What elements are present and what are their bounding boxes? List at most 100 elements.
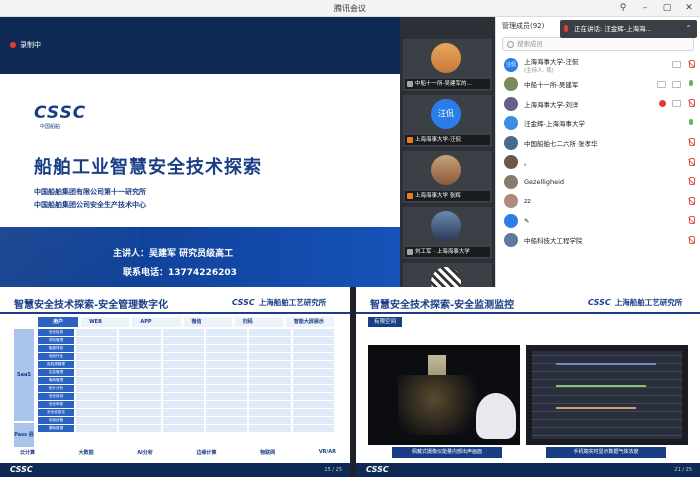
module-cell: [205, 408, 248, 417]
mic-muted-icon[interactable]: [687, 99, 695, 108]
camera-icon[interactable]: [672, 61, 681, 68]
participant-row[interactable]: 中船十一所-吴建军: [496, 75, 700, 95]
mic-muted-icon[interactable]: [687, 157, 695, 167]
avatar: 汪侃: [431, 99, 461, 129]
module-cell: [249, 336, 291, 345]
module-cell: [76, 352, 118, 361]
saas-layer-label: SaaS 层: [14, 329, 34, 470]
collapse-icon[interactable]: ⌃: [685, 20, 692, 38]
video-tile[interactable]: [403, 263, 492, 287]
avatar: [504, 135, 518, 150]
participant-row[interactable]: 汪侃 上海海事大学-汪侃 (主持人, 我): [496, 55, 700, 75]
module-cell: [119, 360, 161, 369]
module-cell: [292, 368, 334, 377]
camera-icon[interactable]: [672, 80, 681, 88]
module-cell: [119, 336, 161, 345]
channel-web: WEB: [81, 317, 130, 327]
page-number: 21 / 25: [674, 467, 692, 473]
module-row-head: 危险源管理: [38, 360, 74, 369]
participant-name: Gezelligheid: [524, 177, 565, 186]
channel-scan: 扫码: [234, 317, 283, 327]
module-cell: [249, 344, 291, 353]
mic-on-icon[interactable]: [687, 118, 695, 128]
avatar: [504, 213, 518, 228]
footer-logo: CSSC: [10, 465, 33, 474]
video-tile[interactable]: 刘工军 · 上海海事大学: [403, 207, 492, 259]
participant-row[interactable]: 中船科技大工程学院: [496, 231, 700, 251]
tech-item: 边缘计算: [196, 450, 217, 456]
mic-muted-icon[interactable]: [687, 235, 695, 245]
module-cell: [76, 368, 118, 377]
maximize-icon[interactable]: ▢: [660, 2, 674, 14]
module-row: 危险作业: [38, 352, 334, 361]
module-row-head: 安全培训: [38, 392, 74, 401]
module-cell: [292, 360, 334, 369]
module-cell: [292, 392, 334, 401]
module-cell: [76, 416, 118, 425]
participant-row[interactable]: ✎: [496, 211, 700, 231]
participant-row[interactable]: 。: [496, 153, 700, 173]
video-tile[interactable]: 上海海事大学 张辉: [403, 151, 492, 203]
participant-row[interactable]: Gezelligheid: [496, 172, 700, 192]
minimize-icon[interactable]: –: [638, 2, 652, 14]
screen-share-icon[interactable]: [657, 80, 666, 88]
module-cell: [249, 392, 291, 401]
pin-icon[interactable]: ⚲: [616, 2, 630, 14]
module-cell: [249, 376, 291, 385]
close-icon[interactable]: ✕: [682, 2, 696, 14]
mic-muted-icon[interactable]: [687, 60, 695, 69]
participant-row[interactable]: 中国船舶七二六所 张孝华: [496, 133, 700, 153]
participant-row[interactable]: zz: [496, 192, 700, 212]
module-row: 应急管理: [38, 368, 334, 377]
module-cell: [119, 416, 161, 425]
module-cell: [162, 352, 204, 361]
member-search-input[interactable]: 搜索成员: [502, 37, 694, 51]
module-cell: [249, 424, 291, 433]
mic-on-icon[interactable]: [687, 79, 695, 89]
module-row: 安全审核: [38, 400, 334, 409]
participant-row[interactable]: 上海海事大学-刘洋: [496, 94, 700, 114]
speaking-banner: 正在讲话: 汪金辉-上海海... ⌃: [560, 20, 697, 38]
module-cell: [205, 416, 248, 425]
camera-icon[interactable]: [672, 100, 681, 107]
module-row-head: 安全检查: [38, 329, 74, 337]
module-cell: [205, 344, 248, 353]
module-row: 基础数据: [38, 424, 334, 433]
participant-name: 。: [524, 159, 531, 168]
participant-panel: 管理成员(92) 搜索成员 汪侃 上海海事大学-汪侃 (主持人, 我) 中船十一所…: [495, 17, 700, 287]
title-bar: 腾讯会议 ⚲ – ▢ ✕: [0, 0, 700, 17]
mic-muted-icon[interactable]: [687, 196, 695, 206]
avatar: 汪侃: [504, 57, 518, 72]
record-icon: [659, 100, 666, 107]
module-row-head: 隐患排查: [38, 344, 74, 353]
participant-row[interactable]: 汪金辉-上海海事大学: [496, 114, 700, 134]
video-tile[interactable]: 汪侃 上海海事大学-汪侃: [403, 95, 492, 147]
module-cell: [119, 384, 161, 393]
module-cell: [119, 392, 161, 401]
camera-feed-image: [368, 345, 520, 445]
module-row: 安全培训: [38, 392, 334, 401]
module-cell: [292, 400, 334, 409]
module-row-head: 风险管理: [38, 336, 74, 345]
module-row: 隐患排查: [38, 344, 334, 353]
module-cell: [76, 336, 118, 345]
shared-screen-slide: 录制中 CSSC 中国船舶 船舶工业智慧安全技术探索 中国船舶集团有限公司第十一…: [0, 17, 400, 287]
module-cell: [205, 376, 248, 385]
speaking-text: 正在讲话: 汪金辉-上海海...: [574, 25, 652, 33]
mic-muted-icon[interactable]: [687, 177, 695, 186]
module-cell: [292, 352, 334, 361]
mic-muted-icon[interactable]: [687, 138, 695, 147]
video-caption: 刘工军 · 上海海事大学: [405, 247, 490, 257]
module-row: 危险源管理: [38, 360, 334, 369]
channel-app: APP: [132, 317, 181, 327]
avatar: [504, 194, 518, 209]
module-cell: [76, 392, 118, 401]
module-cell: [249, 416, 291, 425]
monitor-screen-image: [526, 345, 688, 445]
module-cell: [119, 344, 161, 353]
video-tile[interactable]: 中船十一所-吴建军的...: [403, 39, 492, 91]
mic-muted-icon[interactable]: [687, 216, 695, 225]
pass-layer-label: Pass 层: [14, 423, 34, 447]
recording-indicator[interactable]: 录制中: [10, 40, 41, 50]
tech-item: AI分析: [137, 450, 153, 456]
